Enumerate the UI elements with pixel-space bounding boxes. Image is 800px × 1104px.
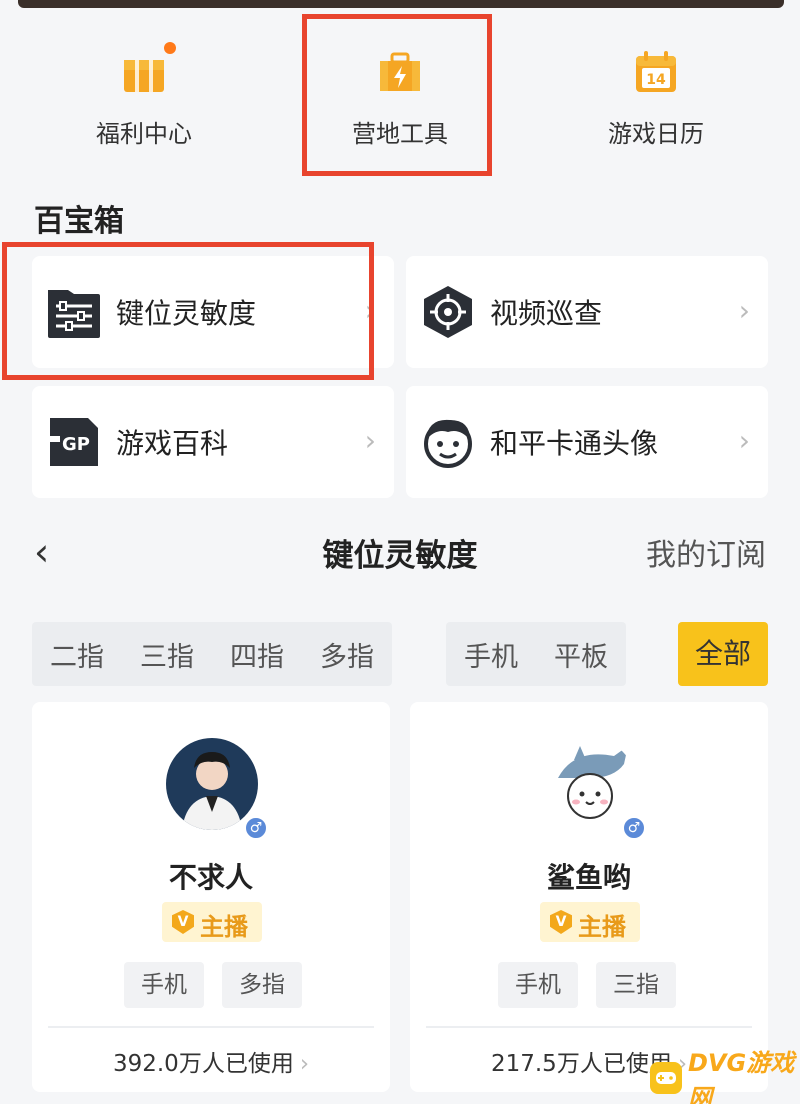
streamer-badge: V 主播 [162,902,262,942]
usage-text: 217.5万人已使用 [490,1051,672,1077]
filter-all-button[interactable]: 全部 [678,622,768,686]
tool-card-label: 游戏百科 [116,427,229,460]
chevron-right-icon: › [738,294,750,327]
sliders-icon [46,284,102,340]
quick-links-row: 福利中心 营地工具 14 游戏日历 [0,30,800,160]
usage-count[interactable]: 392.0万人已使用 › [32,1044,390,1078]
avatar [166,738,258,830]
avatar [544,738,636,830]
verified-v-icon: V [172,910,194,934]
usage-text: 392.0万人已使用 [112,1051,294,1077]
sensitivity-card-user-2[interactable]: ♂ 鲨鱼哟 V 主播 手机 三指 217.5万人已使用 › [410,702,768,1092]
sub-navigation-bar: 键位灵敏度 ‹ 我的订阅 [0,520,800,580]
sensitivity-card-user-1[interactable]: ♂ 不求人 V 主播 手机 多指 392.0万人已使用 › [32,702,390,1092]
quick-link-label: 游戏日历 [608,120,704,148]
gp-wiki-icon: GP [46,414,102,470]
gp-icon-text: GP [62,434,90,455]
tag-device: 手机 [124,962,204,1008]
quick-link-camp-tools[interactable]: 营地工具 [300,40,500,150]
tag-finger: 多指 [222,962,302,1008]
notification-dot [164,42,176,54]
chevron-right-icon: › [364,424,376,457]
tool-card-label: 和平卡通头像 [490,427,659,460]
watermark-text: DVG游戏网 [688,1049,795,1104]
toolbox-icon [376,48,424,96]
calendar-icon: 14 [632,48,680,96]
streamer-badge: V 主播 [540,902,640,942]
gender-male-icon: ♂ [622,816,646,840]
my-subscriptions-link[interactable]: 我的订阅 [646,530,766,574]
device-filter-group: 手机 平板 [446,622,626,686]
finger-filter-group: 二指 三指 四指 多指 [32,622,392,686]
tool-card-label: 键位灵敏度 [116,297,257,330]
filter-two-finger[interactable]: 二指 [32,635,122,674]
divider [426,1026,752,1028]
chevron-right-icon: › [364,294,376,327]
cartoon-face-icon [420,414,476,470]
chevron-right-icon: › [738,424,750,457]
filter-four-finger[interactable]: 四指 [212,635,302,674]
site-watermark: DVG游戏网 [650,1049,800,1104]
user-name: 鲨鱼哟 [546,861,631,894]
section-title-toolbox: 百宝箱 [34,204,124,239]
tool-card-video-patrol[interactable]: 视频巡查 › [406,256,768,368]
gender-male-icon: ♂ [244,816,268,840]
verified-v-icon: V [550,910,572,934]
badge-label: 主播 [578,913,626,941]
tool-card-key-sensitivity[interactable]: 键位灵敏度 › [32,256,394,368]
gift-box-icon [120,42,176,96]
tool-card-label: 视频巡查 [490,297,603,330]
divider [48,1026,374,1028]
tag-finger: 三指 [596,962,676,1008]
chevron-right-icon: › [299,1051,310,1077]
filter-phone[interactable]: 手机 [446,635,536,674]
quick-link-label: 福利中心 [96,120,192,148]
tool-card-cartoon-avatar[interactable]: 和平卡通头像 › [406,386,768,498]
top-banner-edge [18,0,784,8]
back-button[interactable]: ‹ [34,530,49,574]
calendar-day: 14 [646,72,666,88]
user-name: 不求人 [168,861,253,894]
quick-link-game-calendar[interactable]: 14 游戏日历 [556,40,756,150]
badge-label: 主播 [200,913,248,941]
crosshair-icon [420,284,476,340]
filter-three-finger[interactable]: 三指 [122,635,212,674]
filter-multi-finger[interactable]: 多指 [302,635,392,674]
tool-card-game-wiki[interactable]: GP 游戏百科 › [32,386,394,498]
quick-link-welfare[interactable]: 福利中心 [44,40,244,150]
gamepad-logo-icon [650,1062,682,1094]
filter-tablet[interactable]: 平板 [536,635,626,674]
quick-link-label: 营地工具 [352,120,448,148]
tag-device: 手机 [498,962,578,1008]
